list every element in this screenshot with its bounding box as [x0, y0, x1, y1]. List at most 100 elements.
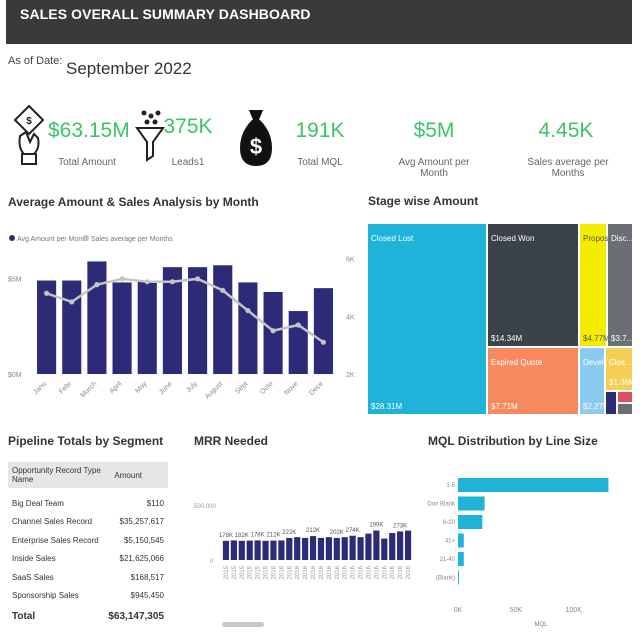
legend-marker-avg-amount — [9, 235, 15, 241]
mrr-bar — [381, 538, 388, 560]
bar-avg-amount — [112, 282, 132, 374]
mrr-bar — [317, 537, 325, 560]
as-of-value[interactable]: September 2022 — [66, 59, 192, 79]
mql-bar — [458, 515, 483, 529]
stage-treemap-title: Stage wise Amount — [368, 194, 479, 208]
mrr-x-tick-label: 2016 — [319, 565, 325, 579]
treemap-tile — [368, 224, 486, 414]
kpi-total-mql-value: 191K — [295, 119, 345, 142]
mrr-data-label: 222K — [282, 530, 296, 536]
mrr-x-tick-label: 2016 — [390, 565, 396, 579]
treemap-tile-label: Disc... — [611, 234, 632, 243]
mrr-bar — [341, 537, 348, 560]
treemap-tile-label: Clos... — [609, 358, 632, 367]
hand-money-icon: $ — [13, 104, 45, 165]
mql-chart-title: MQL Distribution by Line Size — [428, 434, 598, 448]
x-tick-label: April — [109, 380, 124, 395]
mrr-bar — [333, 537, 340, 560]
mrr-bar — [238, 540, 245, 560]
treemap-tile-label: Expired Quote — [491, 358, 543, 367]
mrr-data-label: 178K — [251, 532, 265, 538]
point-sales-average — [270, 328, 276, 334]
kpi-total-mql-label: Total MQL — [297, 157, 343, 168]
treemap-tile-value: $14.34M — [491, 334, 522, 343]
bar-avg-amount — [238, 282, 258, 374]
monthly-chart-title: Average Amount & Sales Analysis by Month — [8, 195, 259, 209]
y-right-tick-label: 4K — [346, 314, 355, 321]
x-tick-label: Sept — [234, 380, 249, 395]
bar-avg-amount — [87, 261, 107, 374]
y-right-tick-label: 6K — [346, 257, 355, 264]
table-header: Opportunity Record Type Name Amount — [8, 462, 168, 488]
mrr-data-label: 182K — [235, 533, 249, 539]
point-sales-average — [144, 279, 150, 285]
mrr-bar — [270, 540, 277, 560]
point-sales-average — [320, 339, 327, 345]
x-tick-label: Febr — [58, 380, 74, 396]
mrr-bar — [254, 540, 261, 560]
y-left-tick-label: $0M — [8, 372, 22, 379]
table-row: SaaS Sales $168,517 — [8, 568, 168, 587]
as-of-label: As of Date: — [8, 55, 63, 67]
kpi-total-amount-label: Total Amount — [58, 157, 116, 168]
mrr-x-tick-label: 2016 — [343, 565, 349, 579]
mql-x-axis-label: MQL — [534, 622, 548, 628]
table-cell: Big Deal Team — [12, 498, 64, 508]
mrr-bar — [309, 536, 317, 560]
mrr-x-tick-label: 2016 — [327, 565, 333, 579]
kpi-total-amount-value: $63.15M — [48, 119, 130, 142]
treemap-tile — [618, 404, 632, 414]
x-tick-label: Octo — [259, 380, 274, 395]
column-header-amount[interactable]: Amount — [114, 471, 142, 480]
mql-bar-chart: 1-5 Don Blank 6-20 41+ 21-40 (Blank) 0K 50K 100K… — [427, 478, 609, 628]
kpi-leads-label: Leads1 — [171, 157, 205, 168]
point-sales-average — [194, 276, 201, 282]
legend-label-avg-amount: Avg Amount per Month — [17, 236, 88, 243]
mql-x-tick-label: 0K — [454, 607, 463, 614]
mrr-bar — [302, 537, 309, 560]
table-row: Channel Sales Record $35,257,617 — [8, 513, 168, 532]
stage-treemap: Closed Lost $28.31M Closed Won $14.34M Expir… — [368, 224, 632, 414]
mrr-data-label: 212K — [306, 528, 320, 534]
kpi-leads-value: 375K — [163, 115, 213, 138]
mrr-bar — [389, 533, 396, 560]
mrr-x-tick-label: 2016 — [271, 565, 277, 579]
mrr-bar-chart: 500,000 0 2015 2015 2015 2015 2015 2015 2016 20… — [194, 504, 412, 579]
mrr-data-label: 212K — [266, 533, 280, 539]
mrr-horizontal-scrollbar[interactable] — [222, 622, 264, 627]
table-row: Enterprise Sales Record $5,150,545 — [8, 531, 168, 550]
table-row: Big Deal Team $110 — [8, 494, 168, 513]
pipeline-table: Opportunity Record Type Name Amount Big … — [8, 462, 168, 627]
money-bag-icon: $ — [240, 110, 272, 166]
mrr-x-tick-label: 2015 — [264, 565, 270, 579]
mrr-x-tick-label: 2016 — [335, 565, 341, 579]
mrr-x-tick-label: 2016 — [303, 565, 309, 579]
svg-text:$: $ — [26, 116, 32, 127]
x-tick-label: Janu — [32, 380, 48, 396]
bar-avg-amount — [313, 288, 333, 374]
bar-avg-amount — [137, 280, 157, 374]
point-sales-average — [94, 282, 100, 288]
x-tick-label: Dece — [308, 380, 325, 397]
mql-x-tick-label: 100K — [566, 607, 583, 614]
pipeline-table-title: Pipeline Totals by Segment — [8, 434, 164, 448]
mql-x-tick-label: 50K — [510, 607, 523, 614]
mrr-x-tick-label: 2016 — [295, 565, 301, 579]
table-total-row: Total $63,147,305 — [8, 605, 168, 627]
mql-y-tick-label: 1-5 — [446, 483, 455, 489]
table-row: Sponsorship Sales $945,450 — [8, 587, 168, 606]
table-cell: Enterprise Sales Record — [12, 535, 99, 545]
mrr-x-tick-label: 2016 — [406, 565, 412, 579]
mrr-x-tick-label: 2016 — [398, 565, 404, 579]
treemap-tile — [606, 392, 616, 414]
column-header-record-type[interactable]: Opportunity Record Type Name — [12, 466, 114, 484]
mql-y-tick-label: 41+ — [445, 539, 456, 545]
x-tick-label: March — [80, 380, 99, 399]
mrr-x-tick-label: 2016 — [359, 565, 365, 579]
mql-y-tick-label: Don Blank — [427, 502, 456, 508]
svg-text:$: $ — [250, 134, 262, 159]
treemap-tile-label: Closed Lost — [371, 234, 414, 243]
kpi-avg-amount-value: $5M — [413, 119, 455, 142]
mrr-bar — [222, 540, 230, 560]
mrr-bar — [286, 537, 293, 560]
